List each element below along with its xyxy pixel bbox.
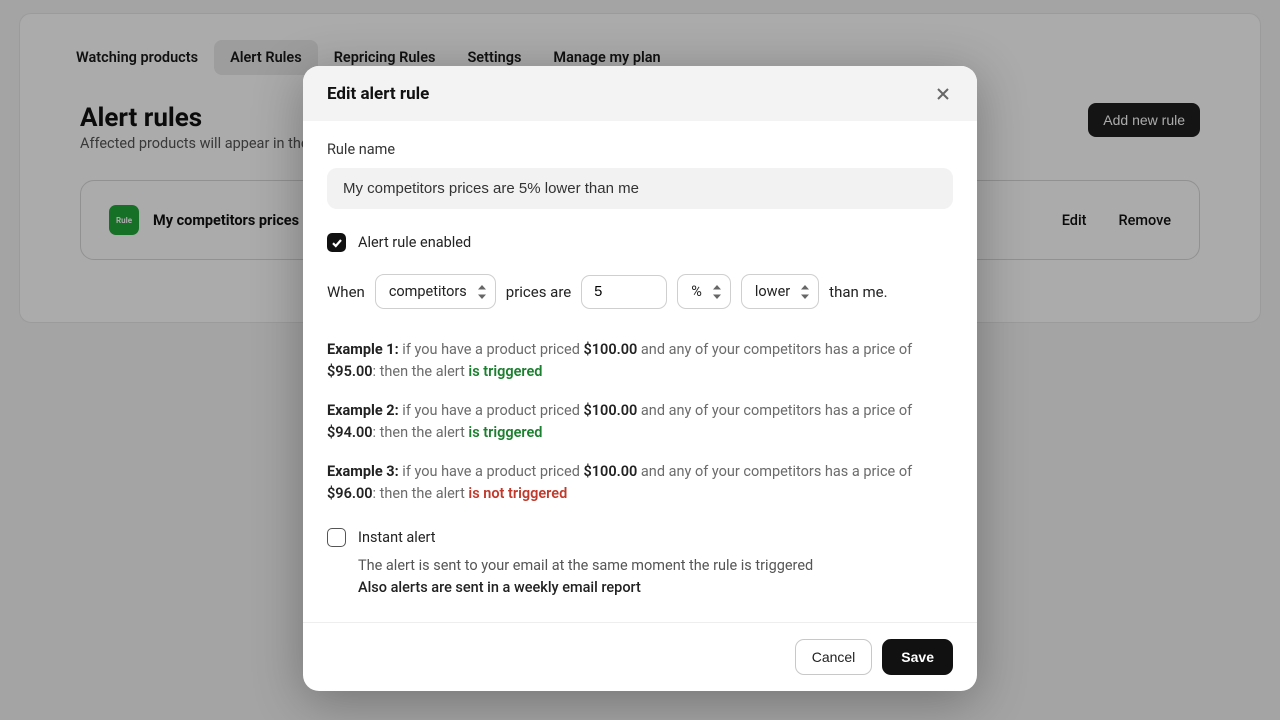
example-your-price: $100.00 [583, 402, 637, 419]
example-result: is triggered [468, 363, 542, 380]
example-label: Example 3: [327, 463, 399, 480]
example-result: is not triggered [468, 485, 567, 502]
prices-are-text: prices are [506, 283, 571, 301]
example-your-price: $100.00 [583, 463, 637, 480]
example-text: if you have a product priced [402, 463, 580, 480]
rule-sentence: When competitors prices are % lower than… [327, 274, 953, 309]
edit-alert-rule-modal: Edit alert rule Rule name Alert rule ena… [303, 66, 977, 691]
close-icon[interactable] [933, 84, 953, 104]
modal-title: Edit alert rule [327, 84, 429, 104]
target-select-value: competitors [389, 283, 467, 300]
example-text: : then the alert [373, 363, 465, 380]
example-comp-price: $94.00 [327, 424, 373, 441]
example-label: Example 2: [327, 402, 399, 419]
example-text: if you have a product priced [402, 341, 580, 358]
instant-alert-checkbox[interactable] [327, 528, 346, 547]
instant-alert-label: Instant alert [358, 529, 436, 546]
instant-alert-desc2: Also alerts are sent in a weekly email r… [358, 577, 953, 599]
select-chevron-icon [712, 285, 722, 299]
unit-select[interactable]: % [677, 274, 731, 309]
value-input[interactable] [581, 275, 667, 309]
rule-name-input[interactable] [327, 168, 953, 209]
rule-name-label: Rule name [327, 141, 953, 158]
modal-overlay[interactable]: Edit alert rule Rule name Alert rule ena… [0, 0, 1280, 720]
example-your-price: $100.00 [583, 341, 637, 358]
example-text: and any of your competitors has a price … [641, 341, 912, 358]
example-text: and any of your competitors has a price … [641, 402, 912, 419]
direction-select[interactable]: lower [741, 274, 819, 309]
instant-alert-desc1: The alert is sent to your email at the s… [358, 555, 953, 577]
example-result: is triggered [468, 424, 542, 441]
example-label: Example 1: [327, 341, 399, 358]
cancel-button[interactable]: Cancel [795, 639, 873, 675]
example-line: Example 3: if you have a product priced … [327, 461, 953, 506]
unit-select-value: % [691, 283, 702, 300]
example-line: Example 1: if you have a product priced … [327, 339, 953, 384]
than-me-text: than me. [829, 283, 887, 301]
enabled-checkbox[interactable] [327, 233, 346, 252]
example-text: : then the alert [373, 485, 465, 502]
save-button[interactable]: Save [882, 639, 953, 675]
select-chevron-icon [477, 285, 487, 299]
example-text: : then the alert [373, 424, 465, 441]
example-line: Example 2: if you have a product priced … [327, 400, 953, 445]
enabled-label: Alert rule enabled [358, 234, 471, 251]
when-text: When [327, 283, 365, 301]
select-chevron-icon [800, 285, 810, 299]
direction-select-value: lower [755, 283, 790, 300]
example-comp-price: $96.00 [327, 485, 373, 502]
target-select[interactable]: competitors [375, 274, 496, 309]
example-text: and any of your competitors has a price … [641, 463, 912, 480]
example-text: if you have a product priced [402, 402, 580, 419]
example-comp-price: $95.00 [327, 363, 373, 380]
